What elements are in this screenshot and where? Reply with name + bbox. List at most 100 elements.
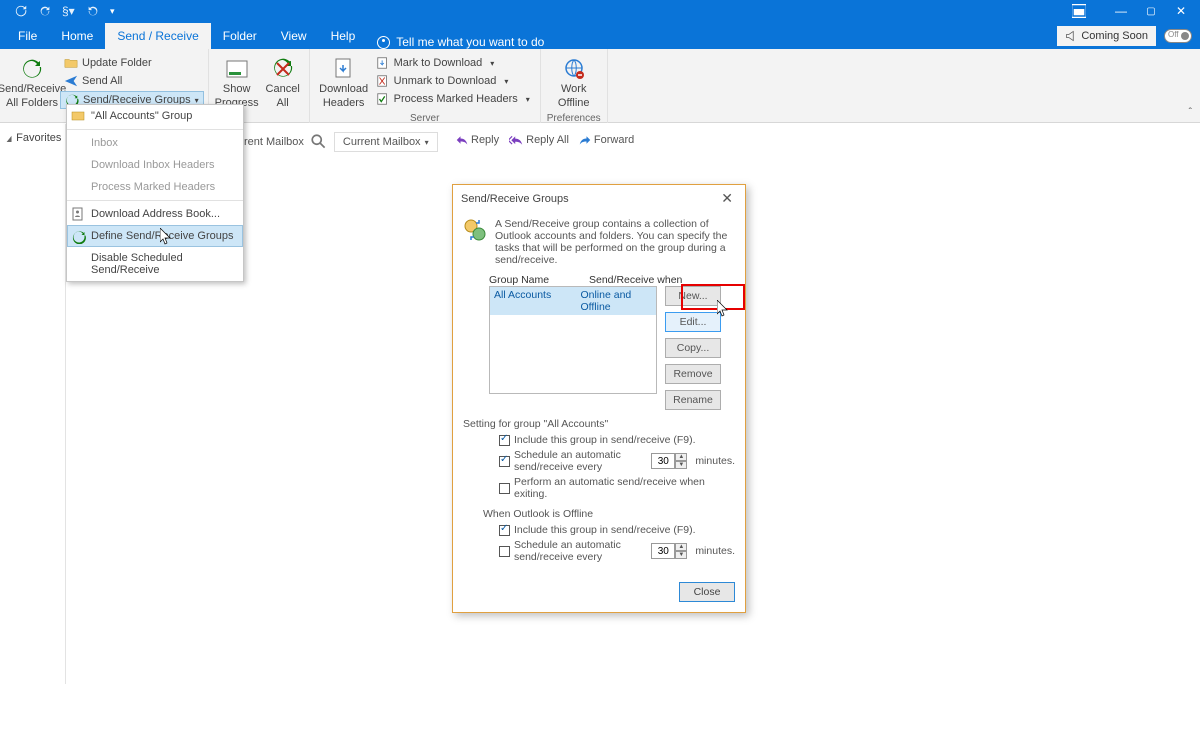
chk-include-offline[interactable]: [499, 525, 510, 536]
process-marked-headers-button[interactable]: Process Marked Headers ▾: [372, 91, 534, 107]
tab-folder[interactable]: Folder: [211, 23, 269, 49]
tab-view[interactable]: View: [269, 23, 319, 49]
reply-all-icon: [509, 134, 523, 146]
coming-soon-toggle[interactable]: Off: [1164, 29, 1192, 43]
sync-groups-icon: [463, 218, 487, 242]
tab-home[interactable]: Home: [49, 23, 105, 49]
col-group-name: Group Name: [489, 274, 589, 286]
schedule-offline-minutes[interactable]: [651, 543, 675, 559]
send-receive-all-folders-button[interactable]: Send/Receive All Folders: [4, 53, 60, 113]
spin-up[interactable]: ▲: [675, 543, 687, 551]
attach-icon[interactable]: §▾: [62, 4, 76, 18]
undo-icon[interactable]: [86, 4, 100, 18]
chevron-down-icon: ▾: [504, 77, 508, 86]
rename-button[interactable]: Rename: [665, 390, 721, 410]
group-listbox[interactable]: All Accounts Online and Offline: [489, 286, 657, 394]
tab-send-receive[interactable]: Send / Receive: [105, 23, 210, 49]
send-all-button[interactable]: Send All: [60, 73, 204, 89]
menu-disable-scheduled[interactable]: Disable Scheduled Send/Receive: [67, 247, 243, 281]
group-icon: [71, 109, 85, 123]
lightbulb-icon: [377, 36, 390, 49]
forward-button[interactable]: Forward: [579, 134, 634, 146]
schedule-online-minutes[interactable]: [651, 453, 675, 469]
reply-button[interactable]: Reply: [456, 134, 499, 146]
tab-file[interactable]: File: [6, 23, 49, 49]
globe-offline-icon: [562, 57, 586, 81]
unmark-to-download-button[interactable]: Unmark to Download ▾: [372, 73, 534, 89]
progress-icon: [225, 57, 249, 81]
chk-exit[interactable]: [499, 483, 510, 494]
work-offline-button[interactable]: Work Offline: [549, 53, 599, 113]
dialog-titlebar: Send/Receive Groups ✕: [453, 185, 745, 212]
chk-schedule-offline[interactable]: [499, 546, 510, 557]
favorites-header[interactable]: Favorites: [6, 132, 59, 144]
tab-help[interactable]: Help: [319, 23, 368, 49]
restore-button[interactable]: ▢: [1136, 0, 1166, 22]
collapse-ribbon-icon[interactable]: ˆ: [1189, 107, 1192, 118]
search-row: rent Mailbox Current Mailbox ▾: [244, 132, 438, 152]
sync-small-icon: [72, 230, 86, 244]
tell-me-search[interactable]: Tell me what you want to do: [367, 35, 544, 49]
copy-button[interactable]: Copy...: [665, 338, 721, 358]
settings-offline-header: When Outlook is Offline: [483, 508, 735, 520]
folder-refresh-icon: [64, 56, 78, 70]
ribbon-group-preferences: Preferences: [547, 113, 601, 126]
folder-pane: Favorites: [0, 124, 66, 684]
new-button[interactable]: New...: [665, 286, 721, 306]
tell-me-placeholder: Tell me what you want to do: [396, 35, 544, 49]
send-receive-groups-menu: "All Accounts" Group Inbox Download Inbo…: [66, 104, 244, 282]
menu-process-marked-headers: Process Marked Headers: [67, 176, 243, 198]
reply-icon: [456, 134, 468, 146]
menu-download-inbox-headers: Download Inbox Headers: [67, 154, 243, 176]
chk-include-online[interactable]: [499, 435, 510, 446]
dialog-close-button[interactable]: ✕: [717, 190, 737, 207]
spin-up[interactable]: ▲: [675, 453, 687, 461]
ribbon-tabs: File Home Send / Receive Folder View Hel…: [0, 22, 1200, 49]
address-book-icon: [71, 207, 85, 221]
menu-download-address-book[interactable]: Download Address Book...: [67, 203, 243, 225]
coming-soon-button[interactable]: Coming Soon: [1057, 26, 1156, 46]
cancel-all-button[interactable]: Cancel All: [261, 53, 305, 113]
qat-customize-icon[interactable]: ▾: [110, 6, 115, 17]
forward-icon: [579, 134, 591, 146]
chevron-down-icon: ▾: [490, 59, 494, 68]
search-scope-left-fragment: rent Mailbox: [244, 136, 304, 148]
download-headers-button[interactable]: Download Headers: [316, 53, 372, 113]
group-row-all-accounts[interactable]: All Accounts Online and Offline: [490, 287, 656, 315]
edit-button[interactable]: Edit...: [665, 312, 721, 332]
mark-to-download-button[interactable]: Mark to Download ▾: [372, 55, 534, 71]
ribbon-group-server: Server: [410, 113, 439, 126]
close-button[interactable]: ✕: [1166, 0, 1196, 22]
reply-all-button[interactable]: Reply All: [509, 134, 569, 146]
update-folder-button[interactable]: Update Folder: [60, 55, 204, 71]
megaphone-icon: [1065, 30, 1077, 42]
quick-access-toolbar: §▾ ▾: [4, 4, 115, 18]
refresh-icon[interactable]: [14, 4, 28, 18]
reply-toolbar: Reply Reply All Forward: [456, 134, 634, 146]
toggle-knob: [1181, 32, 1189, 40]
sync-icon: [20, 57, 44, 81]
menu-all-accounts-group[interactable]: "All Accounts" Group: [67, 105, 243, 127]
title-bar: §▾ ▾ — ▢ ✕: [0, 0, 1200, 22]
search-icon[interactable]: [310, 133, 328, 151]
mark-download-icon: [376, 56, 390, 70]
download-headers-icon: [332, 57, 356, 81]
chk-schedule-online[interactable]: [499, 456, 510, 467]
minimize-button[interactable]: —: [1106, 0, 1136, 22]
unmark-download-icon: [376, 74, 390, 88]
spin-down[interactable]: ▼: [675, 551, 687, 559]
dialog-description: A Send/Receive group contains a collecti…: [495, 218, 735, 266]
chevron-down-icon: ▾: [526, 95, 530, 104]
redo-icon[interactable]: [38, 4, 52, 18]
spin-down[interactable]: ▼: [675, 461, 687, 469]
group-list-header: Group Name Send/Receive when: [489, 274, 735, 286]
dialog-title: Send/Receive Groups: [461, 193, 569, 205]
remove-button[interactable]: Remove: [665, 364, 721, 384]
chevron-down-icon: ▾: [425, 138, 429, 147]
ribbon-display-icon[interactable]: [1072, 4, 1086, 18]
process-headers-icon: [376, 92, 390, 106]
close-button[interactable]: Close: [679, 582, 735, 602]
send-icon: [64, 74, 78, 88]
menu-define-send-receive-groups[interactable]: Define Send/Receive Groups: [67, 225, 243, 247]
search-scope-dropdown[interactable]: Current Mailbox ▾: [334, 132, 438, 152]
